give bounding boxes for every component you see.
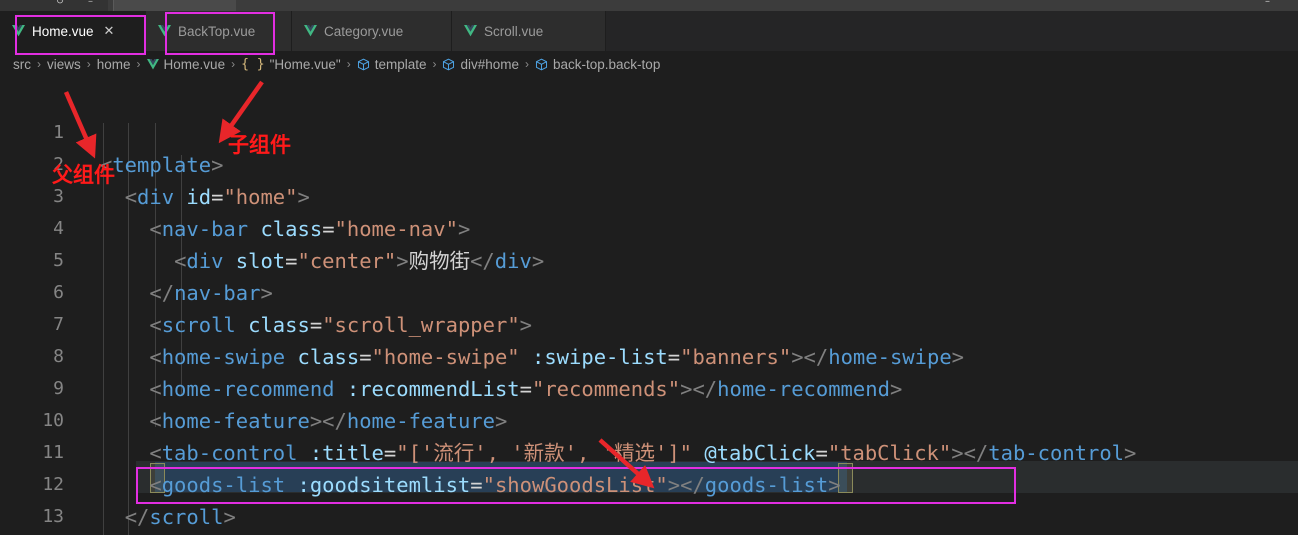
breadcrumb: src › views › home › Home.vue › { } "Hom… xyxy=(0,51,1298,77)
code-editor[interactable]: 1 <template> 2 <div id="home"> 3 <nav-ba… xyxy=(0,77,1298,535)
tab-label: Scroll.vue xyxy=(484,23,544,39)
code-line: 8 <home-recommend :recommendList="recomm… xyxy=(0,309,1298,401)
breadcrumb-label: src xyxy=(13,56,31,72)
chevron-right-icon: › xyxy=(136,57,141,71)
window-restore-glyph[interactable]: – xyxy=(1265,0,1270,7)
code-line: 5 </nav-bar> xyxy=(0,213,1298,305)
tab-category-vue[interactable]: Category.vue xyxy=(292,11,452,51)
tab-strip: Home.vue ✕ BackTop.vue Category.vue Scro… xyxy=(0,11,606,51)
code-line: 4 <div slot="center">购物街</div> xyxy=(0,181,1298,273)
editor-tab-bar: Home.vue ✕ BackTop.vue Category.vue Scro… xyxy=(0,11,1298,51)
code-line-selected: 13 <back-top class="back-top" @click.nat… xyxy=(0,469,1298,527)
tab-home-vue[interactable]: Home.vue ✕ xyxy=(0,11,146,51)
code-line: 7 <home-swipe class="home-swipe" :swipe-… xyxy=(0,277,1298,369)
cube-icon xyxy=(443,58,455,70)
window-menu-glyph[interactable]: ↺ xyxy=(56,0,64,7)
breadcrumb-item-back-top[interactable]: back-top.back-top xyxy=(535,57,660,72)
vue-icon xyxy=(146,58,159,69)
tab-label: BackTop.vue xyxy=(178,23,256,39)
code-line: 1 <template> xyxy=(0,85,1298,177)
chevron-right-icon: › xyxy=(231,57,236,71)
breadcrumb-item-views[interactable]: views xyxy=(47,57,81,72)
vue-icon xyxy=(12,25,25,37)
code-line: 11 <goods-list :goodsitemlist="showGoods… xyxy=(0,405,1298,497)
cube-icon xyxy=(357,58,369,70)
breadcrumb-label: template xyxy=(374,56,427,72)
code-line: 3 <nav-bar class="home-nav"> xyxy=(0,149,1298,241)
tab-label: Home.vue xyxy=(32,23,94,39)
chevron-right-icon: › xyxy=(37,57,41,71)
title-bar-chip xyxy=(113,0,236,11)
breadcrumb-item-src[interactable]: src xyxy=(13,57,31,72)
vue-icon xyxy=(464,25,477,37)
breadcrumb-label: home xyxy=(96,56,131,72)
breadcrumb-item-home-vue-symbol[interactable]: { } "Home.vue" xyxy=(241,57,341,72)
vue-icon xyxy=(304,25,317,37)
breadcrumb-label: back-top.back-top xyxy=(553,56,661,72)
breadcrumb-item-div-home[interactable]: div#home xyxy=(442,57,519,72)
tab-backtop-vue[interactable]: BackTop.vue xyxy=(146,11,292,51)
vscode-window: ↺ – – Home.vue ✕ BackTop.vue Category.vu… xyxy=(0,0,1298,535)
code-line: 12 </scroll> xyxy=(0,437,1298,529)
cube-icon xyxy=(535,58,548,70)
chevron-right-icon: › xyxy=(86,57,91,71)
tab-label: Category.vue xyxy=(324,23,404,39)
breadcrumb-item-template[interactable]: template xyxy=(357,56,427,72)
code-line: 6 <scroll class="scroll_wrapper"> xyxy=(0,245,1298,337)
code-line: 9 <home-feature></home-feature> xyxy=(0,341,1298,433)
window-title-bar: ↺ – – xyxy=(0,0,1298,11)
vue-icon xyxy=(158,25,171,37)
window-minimize-glyph[interactable]: – xyxy=(88,0,93,7)
chevron-right-icon: › xyxy=(346,57,351,71)
chevron-right-icon: › xyxy=(525,57,530,71)
code-line: 10 <tab-control :title="['流行', '新款', '精选… xyxy=(0,373,1298,465)
breadcrumb-item-home-vue[interactable]: Home.vue xyxy=(146,56,226,72)
code-line: 14 <ul> xyxy=(0,501,1298,533)
braces-icon: { } xyxy=(241,56,265,72)
breadcrumb-item-home[interactable]: home xyxy=(97,57,131,72)
breadcrumb-label: Home.vue xyxy=(163,56,226,72)
chevron-right-icon: › xyxy=(432,57,437,71)
breadcrumb-label: div#home xyxy=(460,56,520,72)
breadcrumb-label: "Home.vue" xyxy=(269,56,341,72)
code-line: 2 <div id="home"> xyxy=(0,117,1298,209)
close-icon[interactable]: ✕ xyxy=(104,24,115,39)
breadcrumb-label: views xyxy=(47,56,81,72)
tab-scroll-vue[interactable]: Scroll.vue xyxy=(452,11,606,51)
